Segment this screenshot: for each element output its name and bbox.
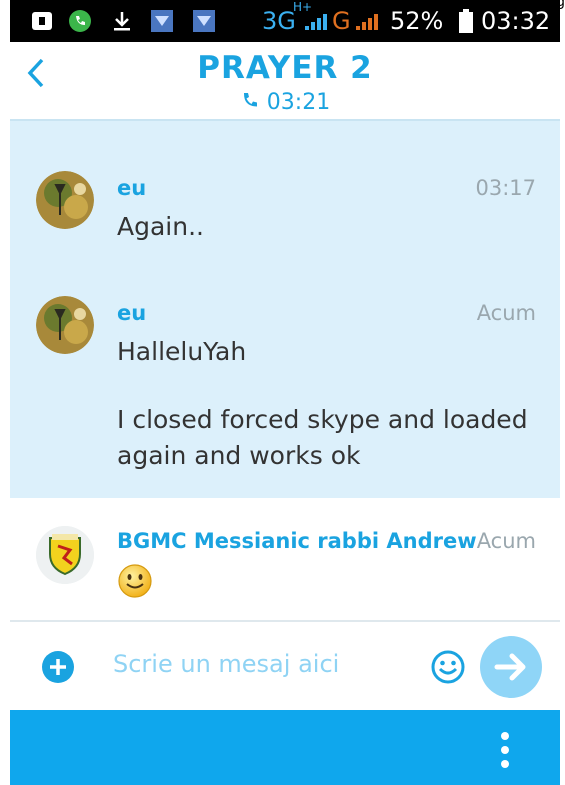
avatar-image — [36, 171, 94, 229]
message-text-line: I closed forced skype and loaded — [117, 405, 528, 434]
message-time: Acum — [476, 529, 536, 553]
clock: 03:32 — [481, 7, 551, 35]
emoticon-button[interactable] — [430, 649, 466, 689]
message-text-line: again and works ok — [117, 441, 361, 470]
smiley-icon — [431, 650, 465, 684]
bottom-bar — [10, 710, 560, 785]
chat-title: PRAYER 2 — [197, 50, 373, 86]
message-text-line: HalleluYah — [117, 337, 247, 366]
app-notification-icon-2 — [193, 10, 215, 32]
battery-percent: 52% — [390, 7, 444, 35]
message-sender: eu — [117, 301, 147, 325]
add-attachment-button[interactable] — [42, 651, 74, 683]
message-sender: eu — [117, 176, 147, 200]
arrow-right-icon — [494, 653, 526, 681]
notification-icon — [32, 12, 52, 30]
message-time: 03:17 — [475, 176, 536, 200]
avatar — [36, 171, 94, 229]
network-g: G — [332, 7, 351, 35]
message-composer: Scrie un mesaj aici — [10, 622, 560, 710]
message-text: Again.. — [117, 212, 204, 241]
screen: pag 3G H+ G 52% 03:32 PRAYER 2 03:21 — [0, 0, 565, 785]
app-notification-icon — [151, 10, 173, 32]
avatar-image — [36, 296, 94, 354]
phone-call-icon — [69, 10, 91, 32]
status-bar: 3G H+ G 52% 03:32 — [10, 0, 560, 42]
message-time: Acum — [476, 301, 536, 325]
avatar — [36, 296, 94, 354]
signal-icon — [305, 14, 327, 30]
message-list-own: eu 03:17 Again.. eu Acum HalleluYah I cl… — [10, 121, 560, 498]
signal-icon-2 — [356, 14, 378, 30]
download-icon — [114, 12, 130, 31]
more-options-button[interactable] — [500, 730, 510, 774]
battery-icon — [459, 9, 473, 33]
shield-crest-icon — [36, 526, 94, 584]
network-3g: 3G — [262, 7, 296, 35]
message-input[interactable]: Scrie un mesaj aici — [113, 650, 339, 678]
call-duration-text: 03:21 — [266, 90, 331, 115]
phone-icon — [243, 93, 257, 107]
message-list-incoming: BGMC Messianic rabbi Andrew Acum — [10, 498, 560, 620]
call-duration[interactable]: 03:21 — [10, 90, 560, 115]
smiley-emoticon-icon — [118, 564, 152, 598]
chat-header: PRAYER 2 03:21 — [10, 42, 560, 120]
avatar — [36, 526, 94, 584]
send-button[interactable] — [480, 636, 542, 698]
message-sender: BGMC Messianic rabbi Andrew — [117, 529, 477, 553]
more-vertical-icon — [501, 732, 509, 768]
plus-icon — [50, 659, 66, 675]
